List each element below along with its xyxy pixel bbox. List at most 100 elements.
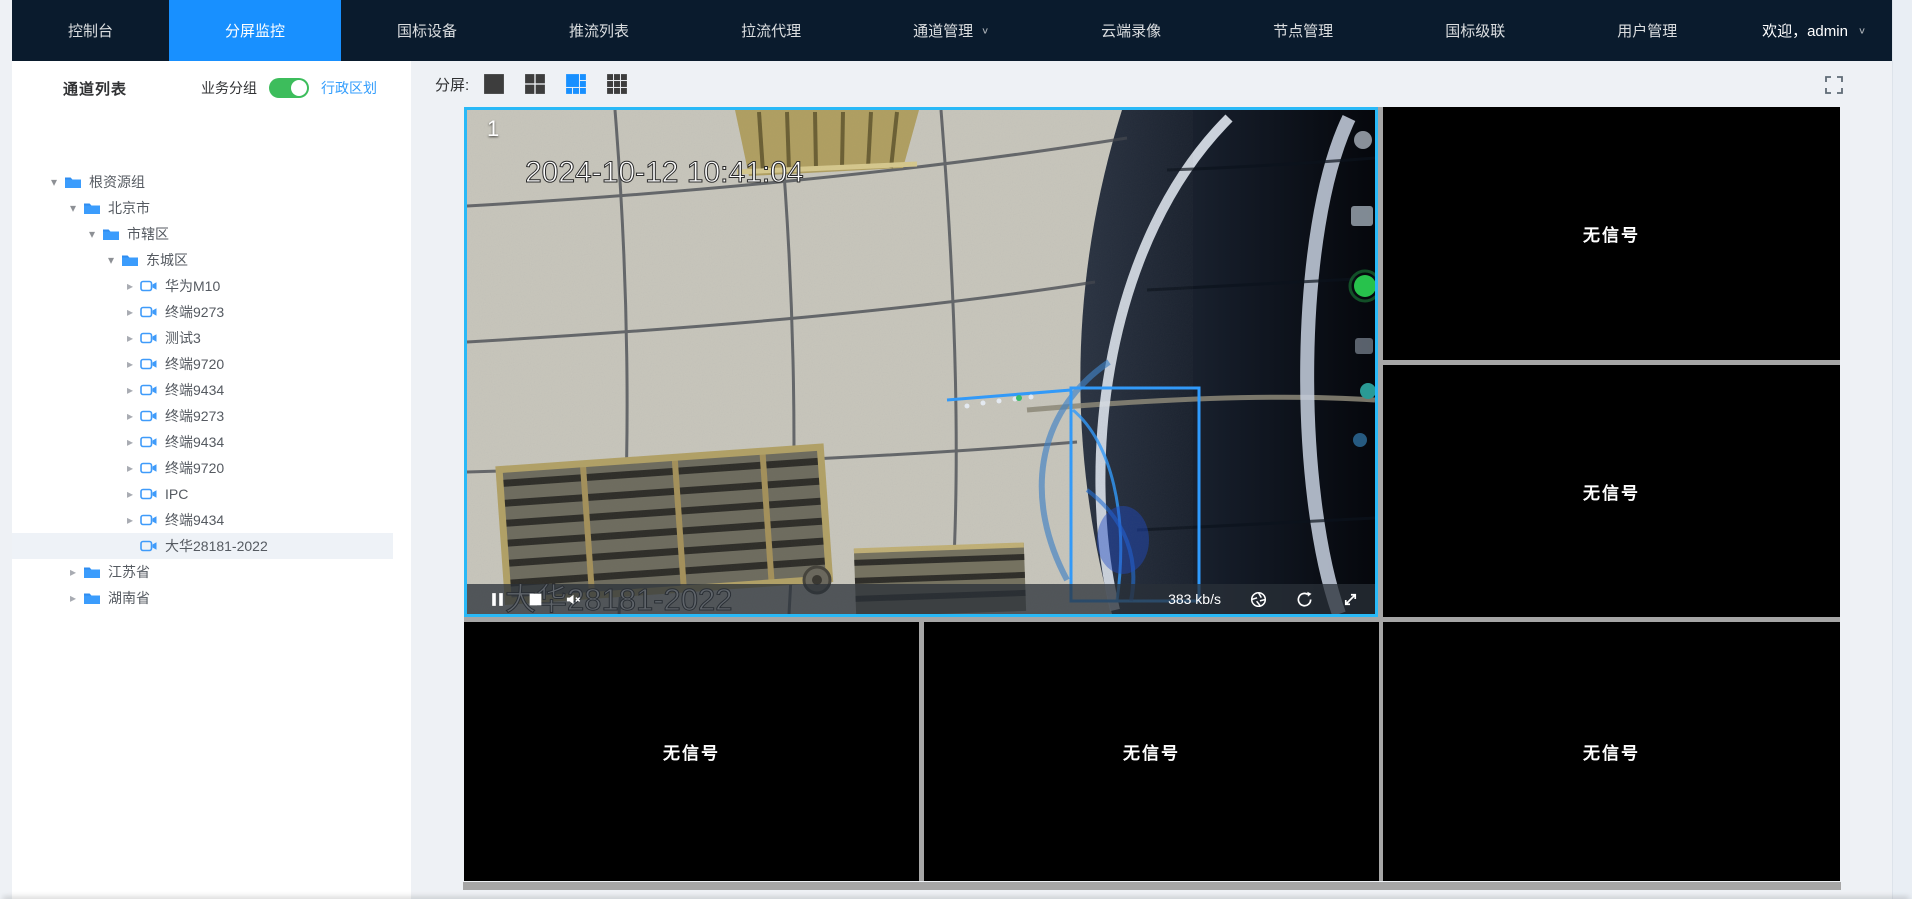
sidebar-title: 通道列表: [63, 78, 127, 99]
tree-node-beijing[interactable]: ▾ 北京市: [12, 195, 393, 221]
tab-cloud-record[interactable]: 云端录像: [1045, 0, 1217, 61]
video-cell-6[interactable]: 无信号: [1383, 622, 1840, 881]
video-cell-3[interactable]: 无信号: [1383, 365, 1840, 617]
tree-node-label: 终端9273: [165, 302, 224, 322]
camera-icon: [140, 487, 158, 501]
video-cell-1-selected[interactable]: 2024-10-12 10:41:04 大华28181-2022 1 383 k…: [464, 107, 1378, 617]
camera-icon: [140, 383, 158, 397]
page-scrollbar-vertical[interactable]: [1892, 0, 1912, 910]
caret-collapsed-icon[interactable]: ▸: [122, 409, 138, 423]
tab-gb-devices[interactable]: 国标设备: [341, 0, 513, 61]
tab-console[interactable]: 控制台: [12, 0, 169, 61]
group-mode-toggle[interactable]: [269, 78, 309, 98]
tab-split-monitor[interactable]: 分屏监控: [169, 0, 341, 61]
refresh-icon[interactable]: [1296, 591, 1313, 608]
tree-node-root-group[interactable]: ▾ 根资源组: [12, 169, 393, 195]
tree-node-label: 市辖区: [127, 224, 169, 244]
tree-node-label: 终端9434: [165, 432, 224, 452]
caret-collapsed-icon[interactable]: ▸: [122, 383, 138, 397]
tree-node-shixiaqu[interactable]: ▾ 市辖区: [12, 221, 393, 247]
tree-node-label: 终端9720: [165, 458, 224, 478]
sidebar-header: 通道列表 业务分组 行政区划: [12, 61, 411, 115]
toggle-knob: [291, 80, 307, 96]
split-9-button[interactable]: [606, 73, 628, 95]
no-signal-label: 无信号: [1383, 107, 1840, 360]
caret-collapsed-icon[interactable]: ▸: [122, 513, 138, 527]
fullscreen-icon[interactable]: [1824, 75, 1844, 95]
tree-node-label: 测试3: [165, 328, 201, 348]
tree-node-label: 终端9434: [165, 380, 224, 400]
tab-user-mgmt[interactable]: 用户管理: [1561, 0, 1733, 61]
camera-icon: [140, 279, 158, 293]
tab-node-mgmt[interactable]: 节点管理: [1217, 0, 1389, 61]
tab-channel-mgmt[interactable]: 通道管理∨: [857, 0, 1045, 61]
caret-expanded-icon[interactable]: ▾: [46, 175, 62, 189]
no-signal-label: 无信号: [924, 622, 1379, 881]
folder-icon: [102, 227, 120, 241]
stop-button[interactable]: [527, 591, 544, 608]
video-cell-4[interactable]: 无信号: [464, 622, 919, 881]
video-control-bar: 383 kb/s: [467, 584, 1375, 614]
caret-collapsed-icon[interactable]: ▸: [122, 461, 138, 475]
tree-node-camera[interactable]: ▸ 终端9434: [12, 507, 393, 533]
video-cell-2[interactable]: 无信号: [1383, 107, 1840, 360]
tree-node-camera[interactable]: ▸ IPC: [12, 481, 393, 507]
tab-pull-proxy[interactable]: 拉流代理: [685, 0, 857, 61]
camera-icon: [140, 357, 158, 371]
camera-icon: [140, 435, 158, 449]
chevron-down-icon: ∨: [1858, 25, 1866, 35]
camera-icon: [140, 305, 158, 319]
no-signal-label: 无信号: [464, 622, 919, 881]
folder-icon: [83, 591, 101, 605]
caret-collapsed-icon[interactable]: ▸: [122, 279, 138, 293]
caret-collapsed-icon[interactable]: ▸: [122, 357, 138, 371]
split-1-button[interactable]: [483, 73, 505, 95]
split-6-button-active[interactable]: [565, 73, 587, 95]
tree-node-label: IPC: [165, 486, 188, 502]
tree-node-camera[interactable]: ▸ 终端9273: [12, 403, 393, 429]
caret-expanded-icon[interactable]: ▾: [65, 201, 81, 215]
tree-node-hunan[interactable]: ▸ 湖南省: [12, 585, 393, 611]
admin-region-label[interactable]: 行政区划: [321, 78, 377, 98]
caret-collapsed-icon[interactable]: ▸: [122, 435, 138, 449]
tree-node-camera[interactable]: ▸ 终端9720: [12, 455, 393, 481]
caret-expanded-icon[interactable]: ▾: [103, 253, 119, 267]
pause-button[interactable]: [489, 591, 506, 608]
camera-video-frame: 2024-10-12 10:41:04 大华28181-2022: [467, 110, 1375, 614]
aperture-settings-icon[interactable]: [1250, 591, 1267, 608]
tree-node-camera[interactable]: ▸ 终端9273: [12, 299, 393, 325]
folder-icon: [64, 175, 82, 189]
tree-node-label: 终端9434: [165, 510, 224, 530]
split-4-button[interactable]: [524, 73, 546, 95]
camera-icon: [140, 539, 158, 553]
tree-node-dongchengqu[interactable]: ▾ 东城区: [12, 247, 393, 273]
tree-node-label: 终端9273: [165, 406, 224, 426]
tree-node-camera[interactable]: ▸ 终端9434: [12, 377, 393, 403]
mute-icon[interactable]: [565, 591, 582, 608]
tree-node-camera[interactable]: ▸ 华为M10: [12, 273, 393, 299]
no-signal-label: 无信号: [1383, 622, 1840, 881]
tab-push-list[interactable]: 推流列表: [513, 0, 685, 61]
user-menu[interactable]: 欢迎，admin ∨: [1762, 0, 1892, 61]
grid-scrollbar-horizontal[interactable]: [463, 882, 1841, 890]
caret-collapsed-icon[interactable]: ▸: [65, 591, 81, 605]
tree-node-label: 北京市: [108, 198, 150, 218]
tree-node-label: 江苏省: [108, 562, 150, 582]
caret-collapsed-icon[interactable]: ▸: [122, 305, 138, 319]
tree-node-label: 湖南省: [108, 588, 150, 608]
tree-node-label: 华为M10: [165, 276, 220, 296]
tree-node-camera[interactable]: ▸ 终端9434: [12, 429, 393, 455]
tab-gb-cascade[interactable]: 国标级联: [1389, 0, 1561, 61]
channel-sidebar: 通道列表 业务分组 行政区划 ▾ 根资源组 ▾ 北京市 ▾ 市辖区 ▾ 东城区 …: [12, 61, 411, 910]
tree-node-camera-selected[interactable]: 大华28181-2022: [12, 533, 393, 559]
caret-collapsed-icon[interactable]: ▸: [65, 565, 81, 579]
expand-cell-icon[interactable]: [1342, 591, 1359, 608]
tree-node-jiangsu[interactable]: ▸ 江苏省: [12, 559, 393, 585]
video-cell-5[interactable]: 无信号: [924, 622, 1379, 881]
tree-node-camera[interactable]: ▸ 终端9720: [12, 351, 393, 377]
caret-expanded-icon[interactable]: ▾: [84, 227, 100, 241]
caret-collapsed-icon[interactable]: ▸: [122, 487, 138, 501]
tree-node-camera[interactable]: ▸ 测试3: [12, 325, 393, 351]
caret-collapsed-icon[interactable]: ▸: [122, 331, 138, 345]
camera-icon: [140, 331, 158, 345]
